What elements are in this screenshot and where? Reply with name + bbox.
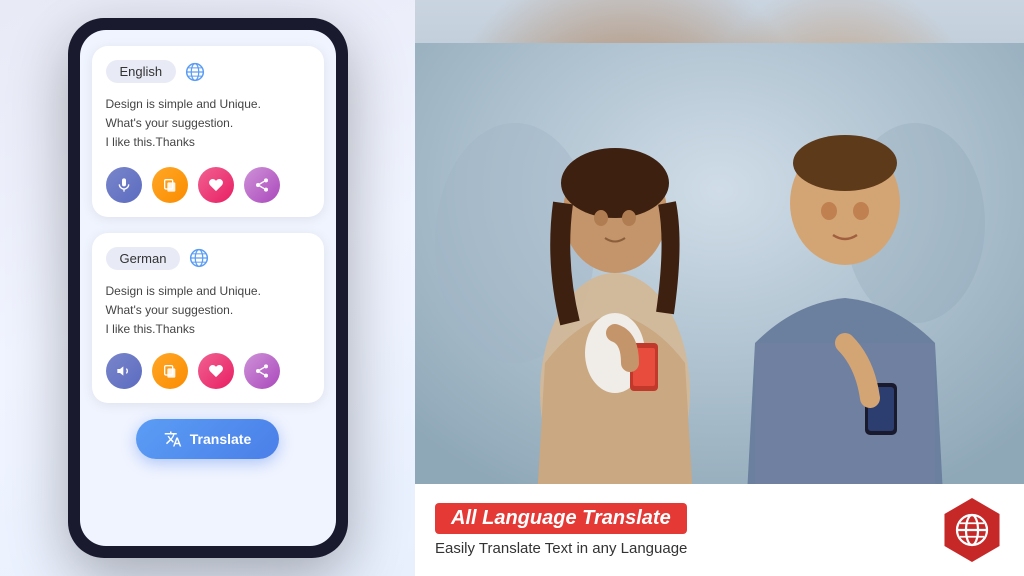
banner-icon [940,498,1004,562]
copy-button-source[interactable] [152,167,188,203]
left-panel: English Design is simple and Unique. Wh [0,0,415,576]
banner-globe-icon [954,512,990,548]
right-panel: All Language Translate Easily Translate … [415,0,1024,576]
source-text: Design is simple and Unique. What's your… [106,95,310,153]
source-language-badge[interactable]: English [106,60,177,83]
share-button-source[interactable] [244,167,280,203]
banner-content: All Language Translate Easily Translate … [435,503,940,557]
phone-mockup: English Design is simple and Unique. Wh [68,18,348,558]
target-card-header: German [106,247,310,270]
translate-button[interactable]: Translate [136,419,279,459]
source-globe-icon[interactable] [184,61,206,83]
target-globe-icon[interactable] [188,247,210,269]
heart-button-source[interactable] [198,167,234,203]
banner-subtitle: Easily Translate Text in any Language [435,540,940,557]
source-translation-card: English Design is simple and Unique. Wh [92,46,324,217]
speaker-button[interactable] [106,353,142,389]
heart-button-target[interactable] [198,353,234,389]
bottom-banner: All Language Translate Easily Translate … [415,484,1024,576]
mic-button[interactable] [106,167,142,203]
translate-button-label: Translate [190,431,251,447]
phone-screen: English Design is simple and Unique. Wh [80,30,336,546]
share-button-target[interactable] [244,353,280,389]
target-language-badge[interactable]: German [106,247,181,270]
target-text: Design is simple and Unique. What's your… [106,282,310,340]
target-card-actions [106,353,310,389]
copy-button-target[interactable] [152,353,188,389]
source-card-header: English [106,60,310,83]
target-translation-card: German Design is simple and Unique. Wha [92,233,324,404]
banner-title: All Language Translate [435,503,687,534]
source-card-actions [106,167,310,203]
